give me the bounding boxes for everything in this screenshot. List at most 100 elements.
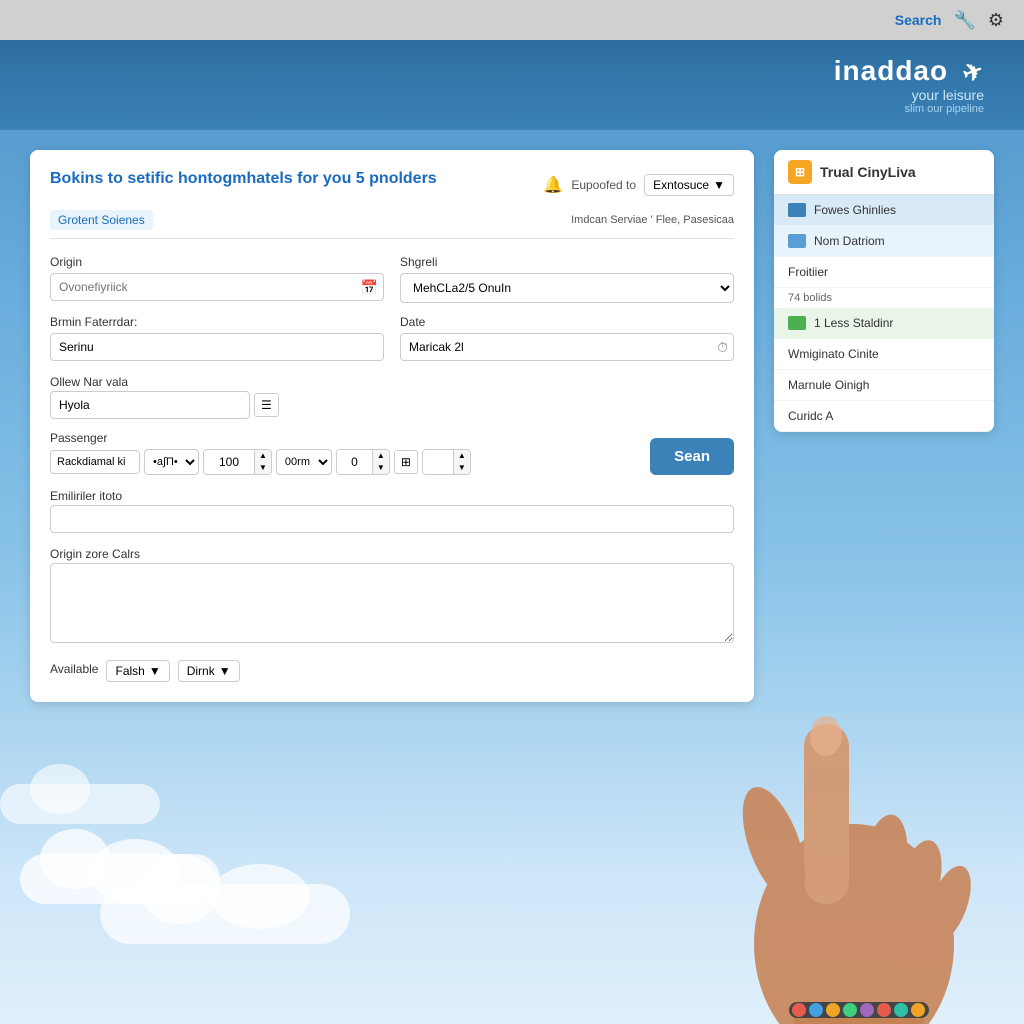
- brmin-group: Brmin Faterrdar:: [50, 315, 384, 361]
- panel-title: Bokins to setific hontogmhatels for you …: [50, 170, 437, 188]
- available-val-1: Falsh: [115, 664, 144, 678]
- search-button[interactable]: Sean: [650, 438, 734, 475]
- origin-zone-textarea[interactable]: [50, 563, 734, 643]
- origin-input[interactable]: [50, 273, 384, 301]
- increment-extra[interactable]: ▲: [454, 450, 470, 462]
- wrench-icon[interactable]: 🔧: [953, 10, 975, 31]
- calendar-icon[interactable]: 📅: [361, 279, 378, 296]
- sidebar-item-7[interactable]: Curidc A: [774, 401, 994, 432]
- passenger-unit-select[interactable]: •a∫П•: [144, 449, 199, 475]
- sidebar-text-4: 1 Less Staldinr: [814, 316, 893, 330]
- date-input[interactable]: [400, 333, 734, 361]
- ollew-list-button[interactable]: ☰: [254, 393, 279, 417]
- main-content: Bokins to setific hontogmhatels for you …: [0, 130, 1024, 722]
- passenger-group: Passenger •a∫П• ▲ ▼ 00rm: [50, 431, 471, 475]
- number-arrows-extra: ▲ ▼: [453, 450, 470, 473]
- sidebar-item-3[interactable]: Froitiier: [774, 257, 994, 288]
- cloud-3: [100, 884, 350, 944]
- schedule-label: Shgreli: [400, 255, 734, 269]
- schedule-select[interactable]: MehCLa2/5 OnuIn: [400, 273, 734, 303]
- available-dropdown-1[interactable]: Falsh ▼: [106, 660, 169, 682]
- origin-group: Origin 📅: [50, 255, 384, 303]
- sidebar-title: Trual CinyLiva: [820, 164, 916, 180]
- sidebar-text-3: Froitiier: [788, 265, 828, 279]
- unit-select[interactable]: 00rm: [276, 449, 332, 475]
- grid-icon: ⊞: [795, 165, 805, 179]
- extra-button[interactable]: ⊞: [394, 450, 418, 474]
- date-group: Date ⏱: [400, 315, 734, 361]
- number-field-extra[interactable]: [423, 450, 453, 474]
- origin-input-wrapper: 📅: [50, 273, 384, 301]
- exported-label: Eupoofed to: [571, 178, 636, 192]
- sidebar-subtext-3: 74 bolids: [774, 288, 994, 308]
- passenger-input-group: •a∫П• ▲ ▼ 00rm: [50, 449, 471, 475]
- subtitle-right: Imdcan Serviae ' Flee, Pasesicaa: [571, 214, 734, 226]
- top-search-link[interactable]: Search: [895, 12, 942, 28]
- sidebar-icon-4: [788, 316, 806, 330]
- sidebar-icon-2: [788, 234, 806, 248]
- top-bar: Search 🔧 ⚙: [0, 0, 1024, 40]
- search-panel: Bokins to setific hontogmhatels for you …: [30, 150, 754, 702]
- passenger-input[interactable]: [50, 450, 140, 474]
- gear-icon[interactable]: ⚙: [988, 10, 1004, 31]
- ollew-input[interactable]: [50, 391, 250, 419]
- origin-label: Origin: [50, 255, 384, 269]
- sidebar-icon-1: [788, 203, 806, 217]
- decrement-0[interactable]: ▼: [373, 462, 389, 474]
- time-icon[interactable]: ⏱: [717, 339, 728, 356]
- logo-subtitle: your leisure: [834, 87, 984, 103]
- number-input-0: ▲ ▼: [336, 449, 390, 475]
- sidebar-card: ⊞ Trual CinyLiva Fowes Ghinlies Nom Datr…: [774, 150, 994, 432]
- chevron-down-icon-1: ▼: [149, 664, 161, 678]
- sidebar-header: ⊞ Trual CinyLiva: [774, 150, 994, 195]
- available-dropdown-2[interactable]: Dirnk ▼: [178, 660, 240, 682]
- dropdown-button[interactable]: Exntosuce ▼: [644, 174, 734, 196]
- logo-area: inaddao ✈ your leisure slim our pipeline: [834, 55, 984, 115]
- sidebar-item-5[interactable]: Wmiginato Cinite: [774, 339, 994, 370]
- chevron-down-icon-2: ▼: [219, 664, 231, 678]
- form-row-1: Origin 📅 Shgreli MehCLa2/5 OnuIn: [50, 255, 734, 303]
- cloud-2: [0, 784, 160, 824]
- sidebar-item-1[interactable]: Fowes Ghinlies: [774, 195, 994, 226]
- number-field-100[interactable]: [204, 450, 254, 474]
- sidebar-item-2[interactable]: Nom Datriom: [774, 226, 994, 257]
- sidebar-text-2: Nom Datriom: [814, 234, 885, 248]
- decrement-100[interactable]: ▼: [255, 462, 271, 474]
- trual-icon: ⊞: [788, 160, 812, 184]
- sidebar-item-4[interactable]: 1 Less Staldinr: [774, 308, 994, 339]
- subtitle-left: Grotent Soienes: [50, 210, 153, 230]
- email-row: Emiliriler itoto: [50, 487, 734, 533]
- sidebar-text-1: Fowes Ghinlies: [814, 203, 896, 217]
- brmin-label: Brmin Faterrdar:: [50, 315, 384, 329]
- sidebar-text-7: Curidc A: [788, 409, 833, 423]
- number-field-0[interactable]: [337, 450, 372, 474]
- sidebar-text-5: Wmiginato Cinite: [788, 347, 879, 361]
- passenger-row: Passenger •a∫П• ▲ ▼ 00rm: [50, 431, 734, 475]
- dropdown-label: Exntosuce: [653, 178, 709, 192]
- available-row: Available Falsh ▼ Dirnk ▼: [50, 660, 734, 682]
- date-input-wrapper: ⏱: [400, 333, 734, 361]
- email-input[interactable]: [50, 505, 734, 533]
- chevron-down-icon: ▼: [713, 178, 725, 192]
- header-bar: inaddao ✈ your leisure slim our pipeline: [0, 40, 1024, 130]
- number-input-extra: ▲ ▼: [422, 449, 471, 475]
- available-label: Available: [50, 662, 98, 676]
- plane-icon: ✈: [959, 55, 989, 89]
- brmin-input[interactable]: [50, 333, 384, 361]
- number-input-100: ▲ ▼: [203, 449, 272, 475]
- email-label: Emiliriler itoto: [50, 489, 122, 503]
- decrement-extra[interactable]: ▼: [454, 462, 470, 474]
- available-val-2: Dirnk: [187, 664, 215, 678]
- sidebar-item-6[interactable]: Marnule Oinigh: [774, 370, 994, 401]
- logo-title: inaddao ✈: [834, 55, 984, 87]
- form-row-3: Ollew Nar vala ☰: [50, 373, 734, 419]
- panel-header-actions: 🔔 Eupoofed to Exntosuce ▼: [543, 174, 734, 196]
- origin-zone-label: Origin zore Calrs: [50, 547, 140, 561]
- right-panel: ⊞ Trual CinyLiva Fowes Ghinlies Nom Datr…: [774, 150, 994, 702]
- origin-zone-row: Origin zore Calrs: [50, 545, 734, 648]
- panel-subtitle-bar: Grotent Soienes Imdcan Serviae ' Flee, P…: [50, 210, 734, 239]
- increment-0[interactable]: ▲: [373, 450, 389, 462]
- increment-100[interactable]: ▲: [255, 450, 271, 462]
- form-row-2: Brmin Faterrdar: Date ⏱: [50, 315, 734, 361]
- date-label: Date: [400, 315, 734, 329]
